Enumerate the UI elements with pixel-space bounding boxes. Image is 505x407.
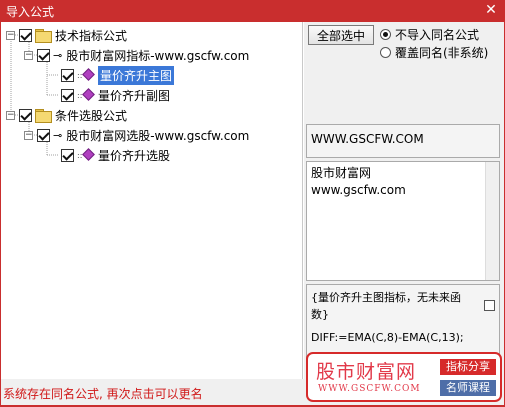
checkbox-tech-indicators[interactable] <box>19 28 32 42</box>
tree-node-label: 量价齐升选股 <box>98 148 171 163</box>
formula-line-2: 数} <box>311 308 329 321</box>
radio-overwrite-label: 覆盖同名(非系统) <box>395 46 489 60</box>
description-line-2: www.gscfw.com <box>311 183 406 197</box>
description-scrollbar[interactable] <box>485 162 499 280</box>
source-url-text: WWW.GSCFW.COM <box>311 132 424 146</box>
tree-node-sub-chart[interactable]: :: 量价齐升副图 <box>61 85 170 105</box>
radio-no-import-label: 不导入同名公式 <box>395 28 480 42</box>
tree-node-gscfw-screening[interactable]: − ⊸ 股市财富网选股-www.gscfw.com <box>24 125 249 145</box>
tree-node-tech-indicators[interactable]: − 技术指标公式 <box>6 25 127 45</box>
window-title: 导入公式 <box>6 5 55 19</box>
tree-node-label: 条件选股公式 <box>55 108 128 123</box>
radio-overwrite-option[interactable]: 覆盖同名(非系统) <box>380 44 488 61</box>
checkbox-main-chart[interactable] <box>61 68 74 82</box>
tree-node-label: 股市财富网选股-www.gscfw.com <box>66 128 250 143</box>
formula-line-3: DIFF:=EMA(C,8)-EMA(C,13); <box>311 331 464 344</box>
checkbox-stock-screening[interactable] <box>19 108 32 122</box>
tree-node-screening-formula[interactable]: :: 量价齐升选股 <box>61 145 170 165</box>
formula-icon: :: <box>77 88 95 102</box>
collapse-icon[interactable]: − <box>24 130 33 140</box>
tree-node-stock-screening[interactable]: − 条件选股公式 <box>6 105 127 125</box>
folder-icon <box>35 29 52 43</box>
folder-icon <box>35 109 52 123</box>
site-watermark-banner: 股市财富网 WWW.GSCFW.COM 指标分享 名师课程 <box>306 352 502 402</box>
key-icon: ⊸ <box>53 128 63 142</box>
checkbox-gscfw-indicators[interactable] <box>37 48 50 62</box>
tree-node-label: 技术指标公式 <box>55 28 128 43</box>
collapse-icon[interactable]: − <box>6 30 15 40</box>
checkbox-sub-chart[interactable] <box>61 88 74 102</box>
formula-description[interactable]: 股市财富网 www.gscfw.com <box>306 161 500 281</box>
tree-node-gscfw-indicators[interactable]: − ⊸ 股市财富网指标-www.gscfw.com <box>24 45 249 65</box>
tree-node-label: 量价齐升主图 <box>98 65 175 85</box>
radio-no-import-option[interactable]: 不导入同名公式 <box>380 26 479 43</box>
key-icon: ⊸ <box>53 48 63 62</box>
formula-tree[interactable]: − 技术指标公式 − ⊸ 股市财富网指标-www.gscfw.com :: 量价… <box>1 22 303 379</box>
tree-node-main-chart[interactable]: :: 量价齐升主图 <box>61 65 175 85</box>
banner-site-url: WWW.GSCFW.COM <box>318 384 421 394</box>
tree-node-label: 股市财富网指标-www.gscfw.com <box>66 48 250 63</box>
title-bar: 导入公式 ✕ <box>0 0 505 22</box>
banner-tag-courses: 名师课程 <box>440 380 496 396</box>
options-panel: 全部选中 不导入同名公式 覆盖同名(非系统) WWW.GSCFW.COM 股市财… <box>304 22 504 379</box>
import-formula-window: 导入公式 ✕ − 技术指标公式 − ⊸ 股市财富网指标-www.gscfw.co… <box>0 0 505 407</box>
checkbox-screening-formula[interactable] <box>61 148 74 162</box>
banner-tag-indicators: 指标分享 <box>440 359 496 375</box>
banner-site-name: 股市财富网 <box>316 361 417 383</box>
formula-source-url: WWW.GSCFW.COM <box>306 124 500 158</box>
radio-no-import[interactable] <box>380 29 391 40</box>
radio-overwrite[interactable] <box>380 47 391 58</box>
select-all-button[interactable]: 全部选中 <box>308 25 374 45</box>
status-message: 系统存在同名公式, 再次点击可以更名 <box>3 387 203 401</box>
formula-line-1: {量价齐升主图指标，无未来函 <box>311 291 461 304</box>
checkbox-gscfw-screening[interactable] <box>37 128 50 142</box>
formula-checkbox[interactable] <box>484 300 495 311</box>
description-line-1: 股市财富网 <box>311 166 372 180</box>
dialog-client-area: − 技术指标公式 − ⊸ 股市财富网指标-www.gscfw.com :: 量价… <box>1 22 504 405</box>
tree-node-label: 量价齐升副图 <box>98 88 171 103</box>
formula-icon: :: <box>77 68 95 82</box>
collapse-icon[interactable]: − <box>24 50 33 60</box>
close-icon[interactable]: ✕ <box>483 2 499 18</box>
formula-icon: :: <box>77 148 95 162</box>
collapse-icon[interactable]: − <box>6 110 15 120</box>
